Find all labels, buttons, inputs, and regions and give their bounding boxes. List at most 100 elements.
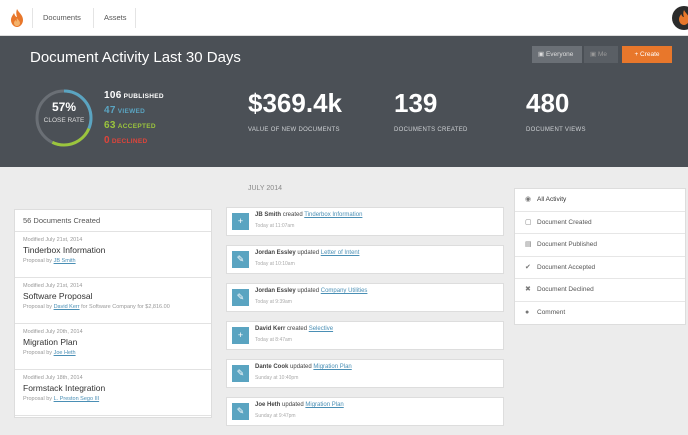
activity-summary: Document Activity Last 30 Days ▣ Everyon…: [0, 36, 688, 167]
document-title[interactable]: Software Proposal: [23, 291, 203, 301]
people-icon: ▣: [538, 51, 546, 58]
filter-label: Document Created: [537, 218, 592, 226]
comment-icon: ●: [525, 308, 530, 316]
byline-prefix: Proposal by: [23, 350, 53, 356]
filter-comment[interactable]: ● Comment: [515, 302, 685, 325]
document-byline: Proposal by Joe Heth: [23, 350, 203, 356]
published-stat: 106 PUBLISHED: [104, 90, 164, 101]
document-modified-date: Modified July 21st, 2014: [23, 283, 83, 289]
filter-everyone-label: Everyone: [545, 51, 574, 58]
activity-item: ✎ Jordan Essley updated Letter of Intent T…: [226, 245, 504, 274]
activity-user[interactable]: Dante Cook: [255, 364, 288, 370]
documents-created-count: 139: [394, 88, 438, 118]
document-title[interactable]: Formstack Integration: [23, 383, 203, 393]
activity-text: Jordan Essley updated Company Utilities: [255, 288, 367, 294]
activity-document-link[interactable]: Tinderbox Information: [304, 212, 362, 218]
flame-avatar-icon: [679, 10, 688, 25]
pencil-icon: ✎: [232, 289, 249, 306]
activity-time: Sunday at 9:47pm: [255, 413, 296, 419]
byline-prefix: Proposal by: [23, 258, 53, 264]
document-list-item[interactable]: Modified July 21st, 2014 Tinderbox Inform…: [15, 232, 211, 278]
top-nav: Documents Assets: [0, 0, 688, 36]
author-link[interactable]: David Kerr: [54, 304, 80, 310]
document-list-item[interactable]: Modified July 21st, 2014 Software Proposa…: [15, 278, 211, 324]
documents-created-label: DOCUMENTS CREATED: [394, 127, 468, 133]
byline-prefix: Proposal by: [23, 396, 53, 402]
pencil-icon: ✎: [232, 251, 249, 268]
activity-text: Joe Heth updated Migration Plan: [255, 402, 344, 408]
x-icon: ✖: [525, 286, 531, 293]
filter-document-published[interactable]: ▤ Document Published: [515, 234, 685, 257]
activity-item: ✎ Dante Cook updated Migration Plan Sunday…: [226, 359, 504, 388]
activity-action: created: [287, 326, 308, 332]
author-link[interactable]: L. Preston Sego III: [54, 396, 100, 402]
activity-user[interactable]: Jordan Essley: [255, 250, 296, 256]
tab-documents[interactable]: Documents: [32, 8, 94, 28]
activity-text: David Kerr created Selective: [255, 326, 333, 332]
accepted-stat: 63 ACCEPTED: [104, 120, 156, 131]
document-list-item[interactable]: Modified July 20th, 2014 Migration Plan Pr…: [15, 324, 211, 370]
filter-document-declined[interactable]: ✖ Document Declined: [515, 279, 685, 302]
document-modified-date: Modified July 21st, 2014: [23, 237, 83, 243]
document-title[interactable]: Tinderbox Information: [23, 245, 203, 255]
flame-logo-icon[interactable]: [10, 9, 24, 27]
document-value: $369.4k: [248, 88, 342, 118]
activity-time: Today at 11:07am: [255, 223, 295, 229]
declined-count: 0: [104, 135, 110, 146]
document-icon: ▢: [525, 218, 532, 226]
activity-user[interactable]: Joe Heth: [255, 402, 280, 408]
author-link[interactable]: Joe Heth: [54, 350, 76, 356]
accepted-count: 63: [104, 120, 116, 131]
activity-user[interactable]: JB Smith: [255, 212, 281, 218]
user-avatar[interactable]: [672, 6, 688, 30]
activity-user[interactable]: David Kerr: [255, 326, 285, 332]
document-views-count: 480: [526, 88, 570, 118]
document-views-label: DOCUMENT VIEWS: [526, 127, 586, 133]
create-button[interactable]: + Create: [622, 46, 672, 63]
activity-action: created: [282, 212, 303, 218]
page-title: Document Activity Last 30 Days: [30, 49, 241, 66]
filter-everyone-button[interactable]: ▣ Everyone: [532, 46, 582, 63]
tab-assets[interactable]: Assets: [94, 8, 136, 28]
activity-document-link[interactable]: Company Utilities: [321, 288, 368, 294]
accepted-label: ACCEPTED: [117, 123, 156, 130]
document-title[interactable]: Migration Plan: [23, 337, 203, 347]
filter-document-created[interactable]: ▢ Document Created: [515, 212, 685, 234]
close-rate-value: 57%: [51, 100, 77, 114]
pencil-icon: ✎: [232, 403, 249, 420]
activity-text: JB Smith created Tinderbox Information: [255, 212, 362, 218]
viewed-label: VIEWED: [117, 108, 146, 115]
activity-document-link[interactable]: Migration Plan: [313, 364, 351, 370]
viewed-stat: 47 VIEWED: [104, 105, 145, 116]
activity-item: ✎ Joe Heth updated Migration Plan Sunday a…: [226, 397, 504, 426]
activity-item: + JB Smith created Tinderbox Information T…: [226, 207, 504, 236]
filter-me-button[interactable]: ▣ Me: [584, 46, 618, 63]
viewed-count: 47: [104, 105, 116, 116]
activity-text: Dante Cook updated Migration Plan: [255, 364, 352, 370]
document-value-label: VALUE OF NEW DOCUMENTS: [248, 127, 340, 133]
close-rate-label: CLOSE RATE: [43, 117, 85, 124]
activity-time: Today at 8:47am: [255, 337, 292, 343]
activity-document-link[interactable]: Selective: [309, 326, 333, 332]
timeline-month: JULY 2014: [248, 185, 282, 192]
filter-document-accepted[interactable]: ✔ Document Accepted: [515, 257, 685, 279]
author-link[interactable]: JB Smith: [54, 258, 76, 264]
activity-document-link[interactable]: Migration Plan: [305, 402, 343, 408]
document-byline: Proposal by David Kerr for Software Comp…: [23, 304, 203, 310]
filter-all-activity[interactable]: ◉ All Activity: [515, 189, 685, 212]
byline-prefix: Proposal by: [23, 304, 53, 310]
activity-time: Sunday at 10:40pm: [255, 375, 299, 381]
activity-item: ✎ Jordan Essley updated Company Utilities…: [226, 283, 504, 312]
document-list-item[interactable]: Modified July 18th, 2014 Formstack Integr…: [15, 370, 211, 416]
activity-document-link[interactable]: Letter of Intent: [321, 250, 360, 256]
activity-action: updated: [282, 402, 304, 408]
activity-action: updated: [297, 250, 320, 256]
activity-action: updated: [290, 364, 312, 370]
declined-stat: 0 DECLINED: [104, 135, 148, 146]
filter-label: Document Accepted: [537, 263, 596, 271]
activity-filter-list: ◉ All Activity ▢ Document Created ▤ Document …: [514, 188, 686, 325]
filter-me-label: Me: [597, 51, 607, 58]
activity-user[interactable]: Jordan Essley: [255, 288, 296, 294]
byline-extra: for Software Company for $2,816.00: [81, 304, 170, 310]
target-icon: ◉: [525, 196, 532, 203]
